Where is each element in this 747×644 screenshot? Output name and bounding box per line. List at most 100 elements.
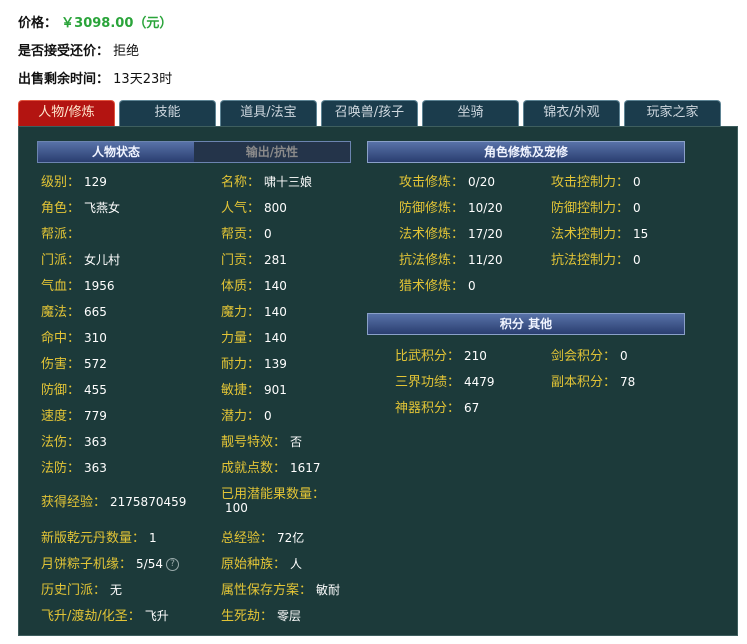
stat-left-row-label: 门派： [41,253,81,268]
score-row: 神器积分： 67 [395,397,479,416]
stat-right-row-label: 成就点数： [221,461,287,476]
cultivation-row-value: 0/20 [468,175,495,189]
time-label: 出售剩余时间： [18,72,110,87]
race-label: 原始种族： [221,557,287,572]
stat-right-row-label: 人气： [221,201,261,216]
control-row-value: 15 [633,227,649,241]
race-row: 原始种族：人 [221,553,302,572]
stat-right-row-value: 901 [264,383,287,397]
cultivation-row-value: 17/20 [468,227,503,241]
life-row: 生死劫： 零层 [221,605,301,624]
stat-left-row: 门派： 女儿村 [41,249,120,268]
stat-left-row-value: 1956 [84,279,115,293]
stat-right-row: 魔力： 140 [221,301,287,320]
stat-right-row: 潜力： 0 [221,405,272,424]
race-value: 人 [290,557,303,571]
price-label: 价格： [18,16,58,31]
subtab-output[interactable]: 输出/抗性 [194,142,350,162]
stat-left-row-value: 310 [84,331,107,345]
score-row-value: 4479 [464,375,495,389]
help-icon[interactable]: ? [165,558,179,571]
score-row: 比武积分： 210 [395,345,487,364]
stat-left-row-label: 命中： [41,331,81,346]
tab-outfit[interactable]: 锦衣/外观 [523,100,620,126]
total-exp-label: 总经验： [221,531,274,546]
stat-left-row-value: 779 [84,409,107,423]
stat-right-row-label: 潜力： [221,409,261,424]
cultivation-row-label: 猎术修炼： [399,279,465,294]
exp-row: 获得经验： 2175870459 [41,491,186,510]
control-row: 法术控制力： 15 [551,223,648,242]
stat-right-row-value: 800 [264,201,287,215]
stat-left-row-label: 法伤： [41,435,81,450]
stat-right-row-value: 否 [290,435,303,449]
stat-left-row-value: 129 [84,175,107,189]
score-row-2: 副本积分： 78 [551,371,635,390]
score-header: 积分 其他 [367,313,685,335]
bargain-line: 是否接受还价： 拒绝 [18,40,139,59]
cultivation-row: 法术修炼： 17/20 [399,223,503,242]
tab-mounts[interactable]: 坐骑 [422,100,519,126]
bargain-label: 是否接受还价： [18,44,110,59]
potion-value-row: 100 [221,501,248,516]
cultivation-row-label: 防御修炼： [399,201,465,216]
life-value: 零层 [277,609,302,623]
score-row-label: 比武积分： [395,349,461,364]
cultivation-row: 抗法修炼： 11/20 [399,249,503,268]
score-row-value: 67 [464,401,480,415]
cultivation-row-label: 法术修炼： [399,227,465,242]
cultivation-row-value: 11/20 [468,253,503,267]
score-row-2: 剑会积分： 0 [551,345,628,364]
mooncake-row: 月饼粽子机缘： 5/54? [41,553,179,572]
tab-items[interactable]: 道具/法宝 [220,100,317,126]
character-panel: 人物状态 输出/抗性 角色修炼及宠修 积分 其他 获得经验： 2175870459… [18,126,738,636]
history-row: 历史门派：无 [41,579,122,598]
stat-right-row-label: 敏捷： [221,383,261,398]
stat-left-row: 帮派： [41,223,84,242]
stat-right-row-label: 魔力： [221,305,261,320]
stat-right-row-label: 体质： [221,279,261,294]
qianyuan-row: 新版乾元丹数量： 1 [41,527,157,546]
mooncake-value: 5/54 [136,557,163,571]
qianyuan-label: 新版乾元丹数量： [41,531,146,546]
control-row-value: 0 [633,175,641,189]
subtab-status[interactable]: 人物状态 [38,142,194,162]
stat-left-row-value: 363 [84,435,107,449]
stat-left-row-label: 防御： [41,383,81,398]
exp-label: 获得经验： [41,495,107,510]
stat-left-row-label: 级别： [41,175,81,190]
tab-skills[interactable]: 技能 [119,100,216,126]
potion-row: 已用潜能果数量： [221,483,325,502]
stat-left-row-label: 帮派： [41,227,81,242]
stat-left-row: 速度： 779 [41,405,107,424]
history-value: 无 [110,583,123,597]
qianyuan-value: 1 [149,531,157,545]
tab-home[interactable]: 玩家之家 [624,100,721,126]
stat-left-row-value: 飞燕女 [84,201,121,215]
stat-right-row-value: 啸十三娘 [264,175,313,189]
tab-character[interactable]: 人物/修炼 [18,100,115,126]
stat-right-row: 力量： 140 [221,327,287,346]
stat-right-row-value: 140 [264,279,287,293]
control-row-value: 0 [633,201,641,215]
stat-left-row: 命中： 310 [41,327,107,346]
score-row-2-label: 副本积分： [551,375,617,390]
price-line: 价格： ￥3098.00（元） [18,12,172,31]
stat-left-row-label: 法防： [41,461,81,476]
scheme-row: 属性保存方案： 敏耐 [221,579,340,598]
score-row: 三界功绩： 4479 [395,371,495,390]
stat-left-row: 气血： 1956 [41,275,115,294]
stat-right-row-value: 0 [264,409,272,423]
stat-left-row-value: 455 [84,383,107,397]
ascend-label: 飞升/渡劫/化圣： [41,609,141,624]
stat-right-row: 人气： 800 [221,197,287,216]
cultivation-row: 猎术修炼： 0 [399,275,476,294]
control-row-label: 防御控制力： [551,201,630,216]
stat-left-row: 伤害： 572 [41,353,107,372]
main-tabs: 人物/修炼 技能 道具/法宝 召唤兽/孩子 坐骑 锦衣/外观 玩家之家 [18,100,738,126]
stat-right-row-label: 耐力： [221,357,261,372]
stat-left-row-value: 363 [84,461,107,475]
tab-pets[interactable]: 召唤兽/孩子 [321,100,418,126]
score-row-label: 神器积分： [395,401,461,416]
stat-left-row: 防御： 455 [41,379,107,398]
